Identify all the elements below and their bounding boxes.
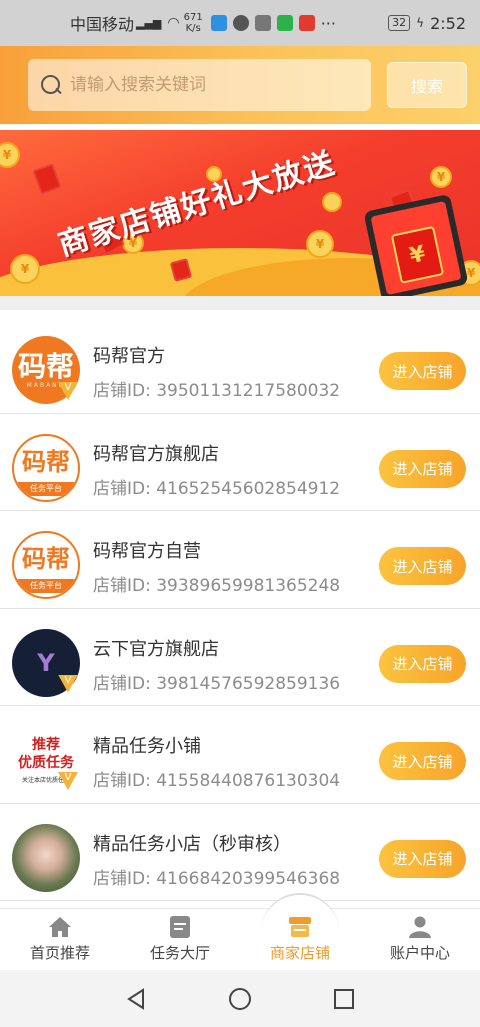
home-icon — [49, 917, 71, 937]
mabang-logo: 码帮 — [22, 447, 70, 476]
green-app-icon — [276, 15, 293, 31]
store-name: 精品任务小铺 — [93, 736, 201, 757]
store-avatar-photo — [12, 823, 80, 892]
wifi-icon: ◠ — [167, 15, 180, 31]
status-bar: 中国移动 ▂▄▆ ◠ 671 K/s ··· 32 ϟ 2:52 — [0, 0, 480, 46]
banner-title: 商家店铺好礼大放送 — [54, 145, 340, 264]
store-name: 云下官方旗舰店 — [93, 638, 219, 660]
red-envelope-icon — [32, 163, 62, 195]
store-avatar: 码帮 任务平台 — [12, 433, 80, 502]
store-icon — [289, 917, 311, 937]
task-platform-strip: 任务平台 — [14, 481, 78, 496]
tab-account[interactable]: 账户中心 — [360, 909, 480, 970]
mabang-logo: 码帮 — [22, 545, 70, 573]
task-platform-strip: 任务平台 — [14, 579, 78, 593]
tab-task-hall[interactable]: 任务大厅 — [120, 909, 240, 970]
phone-screen: ¥ — [370, 200, 462, 296]
wechat-icon — [232, 15, 249, 31]
store-name: 码帮官方旗舰店 — [93, 443, 219, 465]
enter-store-button[interactable]: 进入店铺 — [379, 352, 466, 390]
store-avatar: 码帮 任务平台 — [12, 531, 80, 599]
mabang-logo: 码帮 — [17, 349, 74, 383]
tab-label: 任务大厅 — [149, 944, 210, 962]
store-row[interactable]: 码帮 任务平台 码帮官方旗舰店 店铺ID: 41652545602854912 … — [0, 414, 480, 511]
enter-store-button[interactable]: 进入店铺 — [379, 742, 466, 780]
enter-store-button[interactable]: 进入店铺 — [379, 449, 466, 488]
store-id: 店铺ID: 41558440876130304 — [93, 771, 341, 791]
coin-icon — [322, 192, 342, 212]
store-name: 码帮官方 — [93, 346, 165, 367]
avatar-text-line2: 优质任务 — [18, 755, 74, 771]
bottom-tab-bar: 首页推荐 任务大厅 商家店铺 账户中心 — [0, 908, 480, 970]
store-row[interactable]: 精品任务小店（秒审核） 店铺ID: 41668420399546368 进入店铺 — [0, 804, 480, 901]
system-nav-bar — [0, 970, 480, 1027]
account-icon — [409, 916, 431, 938]
store-row[interactable]: Y V 云下官方旗舰店 店铺ID: 39814576592859136 进入店铺 — [0, 609, 480, 706]
stock-app-icon — [298, 15, 315, 31]
tab-label: 首页推荐 — [29, 944, 90, 962]
store-id: 店铺ID: 3950113121758003​2 — [93, 381, 341, 401]
network-speed-value: 671 — [183, 12, 203, 23]
recents-icon[interactable] — [332, 987, 356, 1011]
phone-illustration: ¥ — [363, 193, 469, 296]
store-row[interactable]: 码帮 任务平台 码帮官方自营 店铺ID: 39389659981365248 进… — [0, 511, 480, 609]
store-id: 店铺ID: 39389659981365248 — [93, 576, 341, 596]
text-app-icon — [254, 15, 271, 31]
enter-store-button[interactable]: 进入店铺 — [379, 644, 466, 683]
store-row[interactable]: 推荐 优质任务 关注本店优质任务 V 精品任务小铺 店铺ID: 41558440… — [0, 706, 480, 804]
enter-store-button[interactable]: 进入店铺 — [379, 839, 466, 878]
tab-home[interactable]: 首页推荐 — [0, 909, 120, 970]
tab-store[interactable]: 商家店铺 — [240, 909, 360, 970]
coin-icon: ¥ — [430, 166, 452, 188]
more-notifications-icon: ··· — [320, 13, 336, 33]
coin-icon: ¥ — [0, 142, 20, 168]
avatar-text-line1: 推荐 — [32, 737, 60, 753]
store-name: 码帮官方自营 — [93, 541, 201, 562]
task-hall-icon — [170, 916, 190, 938]
home-nav-icon[interactable] — [228, 987, 252, 1011]
store-name: 精品任务小店（秒审核） — [93, 833, 291, 855]
promo-banner[interactable]: ¥ ¥ ¥ ¥ ¥ ¥ ¥ 商家店铺好礼大放送 — [0, 130, 480, 296]
search-button[interactable]: 搜索 — [387, 62, 467, 108]
search-icon — [40, 74, 62, 96]
store-row[interactable]: 码帮 MABANG V 码帮官方 店铺ID: 3950113121758003​… — [0, 316, 480, 414]
tab-label: 商家店铺 — [269, 944, 330, 962]
coin-icon: ¥ — [306, 230, 334, 258]
network-speed-unit: K/s — [185, 23, 201, 34]
clock: 2:52 — [430, 13, 466, 33]
coin-icon: ¥ — [10, 254, 40, 284]
section-divider — [0, 296, 480, 310]
charging-icon: ϟ — [416, 16, 425, 30]
signal-icon: ▂▄▆ — [136, 16, 162, 30]
notification-icons: ··· — [210, 13, 336, 33]
search-input[interactable] — [70, 75, 360, 95]
network-speed: 671 K/s — [184, 12, 203, 34]
search-box[interactable] — [28, 59, 371, 111]
battery-icon: 32 — [388, 15, 411, 31]
app-notification-icon — [210, 15, 227, 31]
tab-label: 账户中心 — [389, 944, 450, 962]
store-list: 码帮 MABANG V 码帮官方 店铺ID: 3950113121758003​… — [0, 316, 480, 901]
yunxia-logo: Y — [37, 648, 55, 677]
back-icon[interactable] — [124, 987, 148, 1011]
red-packet-icon: ¥ — [390, 225, 445, 284]
header: 搜索 — [0, 46, 480, 124]
store-id: 店铺ID: 41652545602854912 — [93, 478, 341, 499]
store-id: 店铺ID: 39814576592859136 — [93, 673, 341, 694]
carrier-name: 中国移动 — [70, 15, 135, 34]
enter-store-button[interactable]: 进入店铺 — [379, 547, 466, 585]
store-id: 店铺ID: 41668420399546368 — [93, 868, 341, 889]
